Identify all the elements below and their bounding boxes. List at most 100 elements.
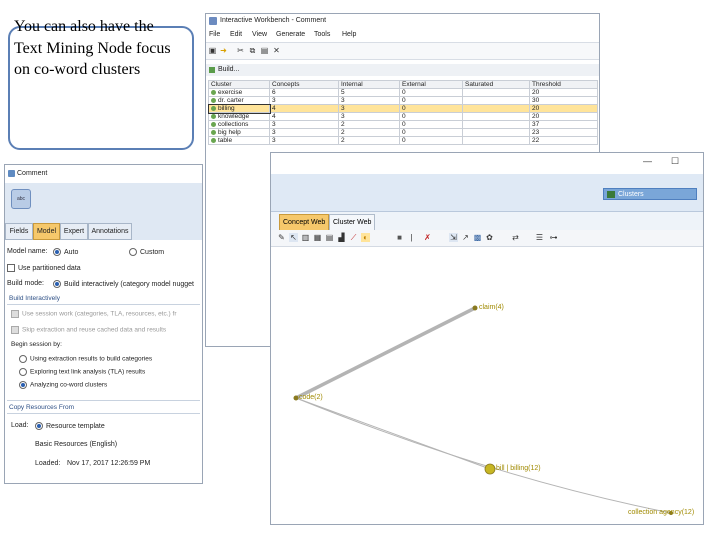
checkbox-icon	[11, 310, 19, 318]
checkbox-icon	[7, 264, 15, 272]
paste-icon[interactable]: ▤	[260, 46, 269, 55]
arrange-icon[interactable]: ↗	[461, 233, 470, 242]
layout-icon[interactable]: ⇲	[449, 233, 458, 242]
table-cell: 3	[269, 120, 339, 129]
table-cell: 5	[338, 88, 400, 97]
table-row[interactable]: collections 3 2 0 37	[208, 120, 598, 129]
table-row[interactable]: billing 4 3 0 20	[207, 103, 598, 114]
begin-option-coword[interactable]: Analyzing co-word clusters	[19, 381, 107, 389]
menu-help[interactable]: Help	[342, 29, 356, 41]
menu-view[interactable]: View	[252, 29, 267, 41]
export-icon[interactable]: ⇄	[511, 233, 520, 242]
model-name-auto-radio[interactable]: Auto	[53, 248, 78, 256]
table-cell: 37	[529, 120, 598, 129]
table-cell: 22	[529, 136, 598, 145]
workbench-menubar: File Edit View Generate Tools Help	[206, 29, 599, 41]
cluster-viewer-window: — ☐ Clusters Concept Web Cluster Web ✎ ↖…	[270, 152, 704, 525]
table-cell: 0	[399, 136, 463, 145]
build-button[interactable]: Build...	[218, 64, 239, 76]
arrow-icon[interactable]: ➜	[219, 46, 228, 55]
menu-edit[interactable]: Edit	[230, 29, 242, 41]
cluster-name-cell: big help	[208, 128, 270, 137]
menu-file[interactable]: File	[209, 29, 220, 41]
circle-layout-icon[interactable]: ✿	[485, 233, 494, 242]
maximize-icon[interactable]: ☐	[671, 156, 679, 167]
cluster-icon	[211, 97, 216, 103]
table-icon[interactable]: ▤	[325, 233, 334, 242]
begin-option-extraction[interactable]: Using extraction results to build catego…	[19, 355, 152, 363]
model-name-custom-radio[interactable]: Custom	[129, 248, 164, 256]
stop-icon[interactable]: ■	[395, 233, 404, 242]
col-saturated[interactable]: Saturated	[462, 80, 530, 89]
highlight-icon[interactable]: ◐	[361, 233, 370, 242]
node-label-collection: collection agency(12)	[628, 509, 695, 516]
col-cluster[interactable]: Cluster	[208, 80, 270, 89]
cluster-icon	[211, 89, 216, 95]
col-external[interactable]: External	[399, 80, 463, 89]
col-concepts[interactable]: Concepts	[269, 80, 339, 89]
table-cell: 3	[338, 104, 400, 113]
skip-extraction-checkbox[interactable]: Skip extraction and reuse cached data an…	[11, 326, 166, 334]
build-mode-radio[interactable]: Build interactively (category model nugg…	[53, 280, 194, 288]
load-resource-template-radio[interactable]: Resource template	[35, 422, 105, 430]
table-cell	[462, 88, 530, 97]
grid-icon[interactable]: ▦	[313, 233, 322, 242]
table-row[interactable]: big help 3 2 0 23	[208, 128, 598, 137]
select-icon[interactable]: ↖	[289, 233, 298, 242]
table-cell: 20	[529, 104, 598, 113]
viewer-titlebar: — ☐	[271, 153, 703, 173]
use-partitioned-checkbox[interactable]: Use partitioned data	[7, 264, 81, 272]
radio-icon	[129, 248, 137, 256]
tab-annotations[interactable]: Annotations	[88, 223, 132, 240]
chart-icon[interactable]: ▟	[337, 233, 346, 242]
col-internal[interactable]: Internal	[338, 80, 400, 89]
table-row[interactable]: table 3 2 0 22	[208, 136, 598, 145]
delete-icon[interactable]: ✕	[272, 46, 281, 55]
grid-layout-icon[interactable]: ▩	[473, 233, 482, 242]
checkbox-icon	[11, 326, 19, 334]
link-icon[interactable]: ⟋	[349, 233, 358, 242]
minimize-icon[interactable]: —	[643, 156, 652, 166]
viewer-tabs: Concept Web Cluster Web	[271, 212, 703, 231]
comment-node-dialog: Comment abc Fields Model Expert Annotati…	[4, 164, 203, 484]
divider	[7, 413, 200, 414]
callout-text: You can also have the Text Mining Node f…	[14, 18, 171, 78]
table-row[interactable]: dr. carter 3 3 0 30	[208, 96, 598, 105]
comment-titlebar: Comment	[5, 165, 202, 183]
tab-fields[interactable]: Fields	[5, 223, 33, 240]
clusters-button[interactable]: Clusters	[603, 188, 697, 200]
concept-web-canvas[interactable]: claim(4) code(2) bill | billing(12) coll…	[271, 247, 703, 524]
table-row[interactable]: exercise 6 5 0 20	[208, 88, 598, 97]
tab-concept-web[interactable]: Concept Web	[279, 214, 330, 231]
tool-icon[interactable]: ✗	[423, 233, 432, 242]
bar-chart-icon[interactable]: ▥	[301, 233, 310, 242]
menu-generate[interactable]: Generate	[276, 29, 305, 41]
separator-icon: |	[410, 233, 413, 242]
copy-icon[interactable]: ⧉	[248, 46, 257, 55]
table-header-row: Cluster Concepts Internal External Satur…	[208, 80, 598, 89]
tab-model[interactable]: Model	[33, 223, 60, 240]
use-session-work-checkbox[interactable]: Use session work (categories, TLA, resou…	[11, 310, 177, 318]
table-cell: 3	[269, 96, 339, 105]
pencil-icon[interactable]: ✎	[277, 233, 286, 242]
cluster-name-cell: billing	[207, 103, 271, 114]
table-cell: 0	[399, 112, 463, 121]
node-code[interactable]	[293, 395, 299, 401]
begin-option-tla[interactable]: Exploring text link analysis (TLA) resul…	[19, 368, 145, 376]
settings-icon[interactable]: ⊶	[549, 233, 558, 242]
cluster-icon	[211, 137, 216, 143]
open-icon[interactable]: ▣	[208, 46, 217, 55]
node-claim[interactable]	[472, 305, 478, 311]
build-icon[interactable]	[209, 67, 215, 73]
loaded-timestamp: Nov 17, 2017 12:26:59 PM	[67, 460, 151, 467]
menu-tools[interactable]: Tools	[314, 29, 330, 41]
list-icon[interactable]: ☰	[535, 233, 544, 242]
cut-icon[interactable]: ✂	[236, 46, 245, 55]
tab-cluster-web[interactable]: Cluster Web	[329, 214, 376, 231]
node-billing[interactable]	[484, 463, 496, 475]
col-threshold[interactable]: Threshold	[529, 80, 598, 89]
table-row[interactable]: knowledge 4 3 0 20	[208, 112, 598, 121]
tab-expert[interactable]: Expert	[60, 223, 88, 240]
table-cell: 2	[338, 128, 400, 137]
table-cell	[462, 104, 530, 113]
